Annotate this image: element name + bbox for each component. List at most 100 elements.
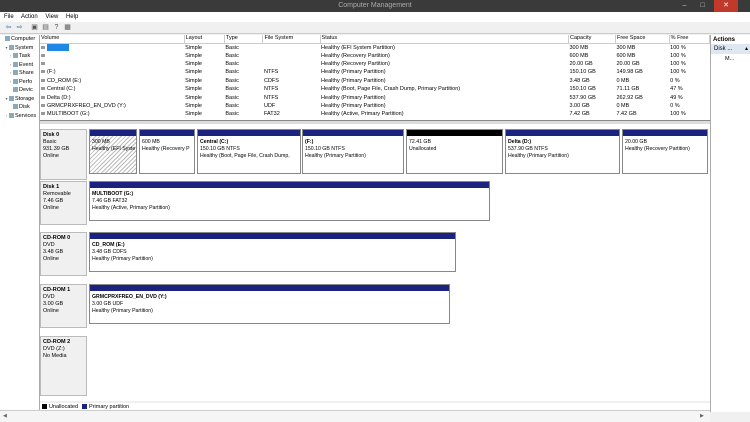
table-cell: Healthy (Primary Partition) [321, 103, 386, 110]
tree-item-perfo[interactable]: › Perfo [0, 78, 39, 87]
table-row[interactable]: GRMCPRXFREO_EN_DVD (Y:) Simple Basic UDF Hea… [40, 102, 710, 110]
table-row[interactable]: CD_ROM (E:) Simple Basic CDFS Healthy (Prima… [40, 77, 710, 85]
menu-bar: File Action View Help [0, 12, 750, 22]
close-button[interactable]: ✕ [714, 0, 738, 12]
disk-name: CD-ROM 0 [43, 235, 71, 241]
drive-icon [41, 78, 45, 82]
table-cell: Simple [185, 44, 202, 51]
tree-item-share[interactable]: › Share [0, 69, 39, 78]
navigation-tree: Computer ▾ System › Task › Event › Share › Perfo De… [0, 35, 40, 410]
drive-icon [41, 112, 45, 116]
tree-item-services[interactable]: › Services [0, 112, 39, 121]
partition[interactable]: Central (C:) 150.10 GB NTFS Healthy (Boot,… [197, 129, 301, 174]
minimize-button[interactable]: – [676, 0, 693, 12]
partition-status: Healthy (Primary Partition) [92, 308, 153, 314]
partition[interactable]: 20.00 GB Healthy (Recovery Partition) [622, 129, 708, 174]
tree-item-computer[interactable]: Computer [0, 35, 39, 44]
partition-text: CD_ROM (E:) 3.48 GB CDFS Healthy (Primary … [90, 239, 455, 263]
partition[interactable]: CD_ROM (E:) 3.48 GB CDFS Healthy (Primary … [89, 232, 456, 272]
table-cell: Simple [185, 111, 202, 118]
table-cell: MULTIBOOT (G:) [40, 110, 184, 118]
table-cell: Basic [225, 69, 239, 76]
column-header[interactable]: Status [320, 35, 569, 44]
up-folder-icon[interactable]: ▣ [30, 24, 39, 32]
scroll-right-icon[interactable]: ▶ [700, 413, 704, 419]
volume-name: Central (C:) [47, 86, 76, 93]
table-cell: 7.42 GB [616, 111, 637, 118]
column-header[interactable]: Volume [40, 35, 185, 44]
disk-label[interactable]: Disk 0 Basic 931.39 GB Online [40, 129, 87, 180]
partition-size: 300 MB [92, 139, 110, 145]
column-header[interactable]: Capacity [568, 35, 616, 44]
column-header[interactable]: File System [262, 35, 321, 44]
partition-text: 20.00 GB Healthy (Recovery Partition) [623, 136, 707, 153]
disk-label[interactable]: Disk 1 Removable 7.46 GB Online [40, 181, 87, 225]
menu-file[interactable]: File [4, 14, 14, 20]
table-cell: UDF [263, 103, 276, 110]
horizontal-scrollbar[interactable]: ◀ ▶ [0, 410, 710, 422]
table-row[interactable]: Delta (D:) Simple Basic NTFS Healthy (Primar… [40, 93, 710, 101]
partition-size: 7.46 GB FAT32 [92, 198, 128, 204]
disk-label[interactable]: CD-ROM 1 DVD 3.00 GB Online [40, 284, 87, 328]
column-header[interactable]: Free Space [615, 35, 670, 44]
actions-disk-management[interactable]: Disk ... ▴ [711, 44, 750, 54]
menu-action[interactable]: Action [21, 14, 38, 20]
tree-item-event[interactable]: › Event [0, 61, 39, 70]
actions-header: Actions [713, 37, 736, 43]
partition-status: Unallocated [409, 146, 437, 152]
table-row[interactable]: (F:) Simple Basic NTFS Healthy (Primary Part… [40, 68, 710, 76]
menu-help[interactable]: Help [66, 14, 78, 20]
back-arrow-icon[interactable]: ⇦ [4, 24, 13, 32]
disk-label[interactable]: CD-ROM 2 DVD (Z:) No Media [40, 336, 87, 396]
folder-icon [9, 44, 14, 50]
table-row[interactable]: Simple Basic Healthy (EFI System Partition… [40, 43, 710, 52]
partition-size: 3.48 GB CDFS [92, 249, 127, 255]
tree-item-devic[interactable]: Devic [0, 86, 39, 95]
menu-view[interactable]: View [45, 14, 58, 20]
scroll-left-icon[interactable]: ◀ [3, 413, 7, 419]
tree-item-storage[interactable]: ▾ Storage [0, 95, 39, 104]
tree-item-system[interactable]: ▾ System [0, 44, 39, 53]
partition[interactable]: MULTIBOOT (G:) 7.46 GB FAT32 Healthy (Acti… [89, 181, 490, 221]
tree-item-task[interactable]: › Task [0, 52, 39, 61]
partition[interactable]: (F:) 150.10 GB NTFS Healthy (Primary Parti… [302, 129, 404, 174]
partition[interactable]: GRMCPRXFREO_EN_DVD (Y:) 3.00 GB UDF Health… [89, 284, 450, 324]
partition[interactable]: 72.41 GB Unallocated [406, 129, 503, 174]
table-cell: Simple [185, 69, 202, 76]
forward-arrow-icon[interactable]: ⇨ [15, 24, 24, 32]
properties-icon[interactable]: ▤ [41, 24, 50, 32]
partition-text: GRMCPRXFREO_EN_DVD (Y:) 3.00 GB UDF Health… [90, 291, 449, 315]
table-row[interactable]: Central (C:) Simple Basic NTFS Healthy (Boot… [40, 85, 710, 93]
table-row[interactable]: MULTIBOOT (G:) Simple Basic FAT32 Healthy (A… [40, 110, 710, 118]
drive-icon [41, 53, 45, 57]
drive-icon [41, 104, 45, 108]
partition[interactable]: 600 MB Healthy (Recovery P [139, 129, 195, 174]
partition[interactable]: Delta (D:) 537.90 GB NTFS Healthy (Primary… [505, 129, 620, 174]
column-header[interactable]: Type [224, 35, 264, 44]
partition-name: CD_ROM (E:) [92, 242, 125, 248]
partition-size: 150.10 GB NTFS [305, 146, 345, 152]
column-header[interactable]: % Free [669, 35, 711, 44]
table-row[interactable]: Simple Basic Healthy (Recovery Partition) 2… [40, 60, 710, 68]
table-row[interactable]: Simple Basic Healthy (Recovery Partition) 6… [40, 52, 710, 60]
partition-size: 600 MB [142, 139, 160, 145]
tree-item-disk[interactable]: Disk [0, 103, 39, 112]
volume-list-header: Volume Layout Type File System Status Capacit… [40, 35, 711, 44]
table-cell: Healthy (Boot, Page File, Crash Dump, Pr… [321, 86, 461, 93]
table-cell: 20.00 GB [616, 61, 640, 68]
folder-icon [13, 78, 18, 84]
actions-more[interactable]: M... [711, 54, 750, 64]
folder-icon [9, 112, 14, 118]
disk-info: 3.00 GB [43, 301, 64, 307]
column-header[interactable]: Layout [184, 35, 225, 44]
expand-icon[interactable]: ▴ [745, 44, 748, 54]
refresh-icon[interactable]: ▦ [63, 24, 72, 32]
partition-size: 20.00 GB [625, 139, 647, 145]
table-cell: 600 MB [616, 52, 636, 59]
maximize-button[interactable]: □ [694, 0, 711, 12]
help-icon[interactable]: ? [52, 24, 61, 32]
tree-item-label: Task [19, 53, 31, 59]
folder-icon [9, 95, 14, 101]
partition[interactable]: 300 MB Healthy (EFI Syste [89, 129, 137, 174]
disk-label[interactable]: CD-ROM 0 DVD 3.48 GB Online [40, 232, 87, 276]
